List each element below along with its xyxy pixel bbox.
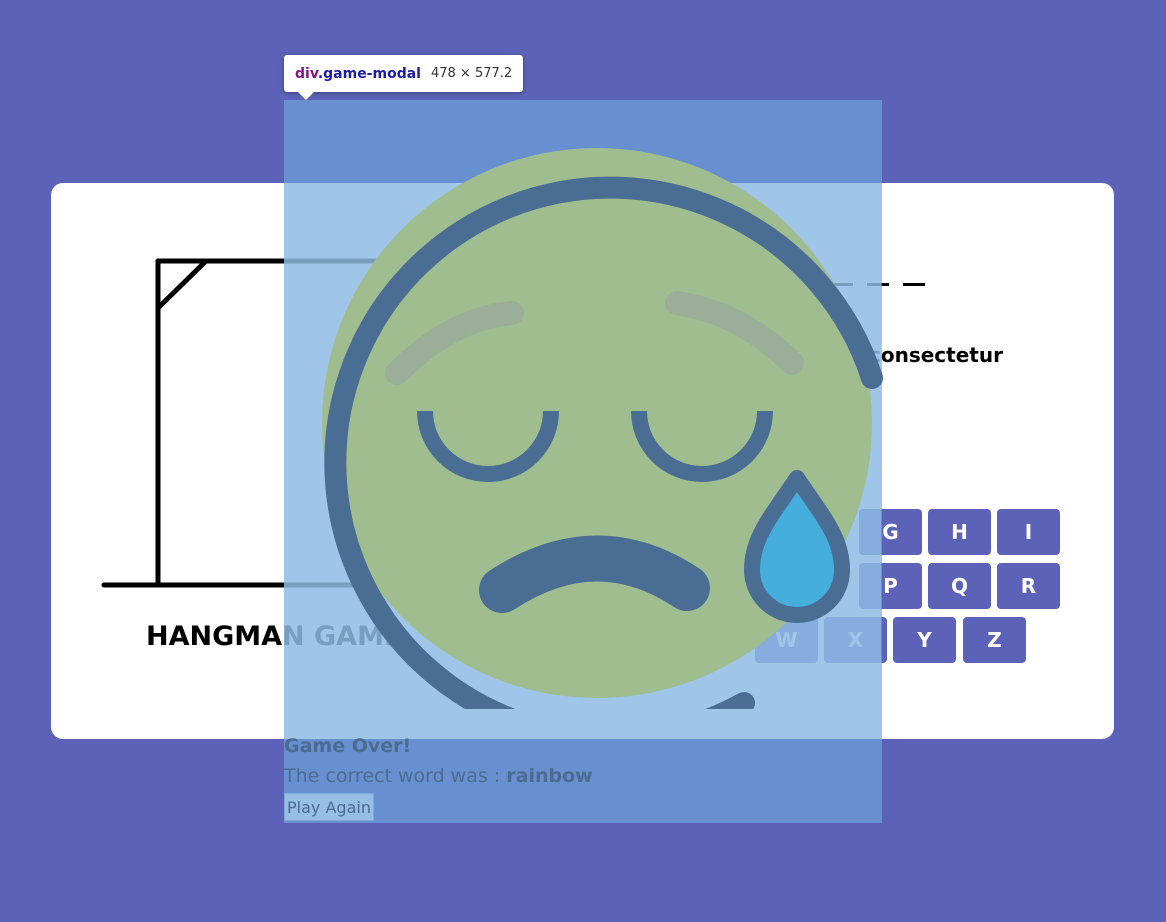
devtools-tag: div: [295, 65, 318, 82]
correct-word: rainbow: [506, 765, 593, 787]
correct-word-prefix: The correct word was :: [284, 765, 507, 787]
play-again-button[interactable]: Play Again: [284, 793, 374, 821]
devtools-class: .game-modal: [317, 65, 421, 82]
devtools-selector: div.game-modal: [295, 66, 421, 82]
key-i[interactable]: I: [997, 509, 1060, 555]
key-q[interactable]: Q: [928, 563, 991, 609]
correct-word-line: The correct word was : rainbow: [284, 765, 593, 787]
key-h[interactable]: H: [928, 509, 991, 555]
letter-slot: [903, 283, 925, 286]
key-y[interactable]: Y: [893, 617, 956, 663]
devtools-dimensions: 478 × 577.2: [430, 66, 513, 81]
sad-face-with-sweat-icon: [322, 148, 883, 709]
game-over-heading: Game Over!: [284, 735, 412, 757]
key-r[interactable]: R: [997, 563, 1060, 609]
devtools-tooltip: div.game-modal 478 × 577.2: [284, 55, 524, 92]
devtools-tooltip-arrow: [298, 92, 314, 100]
key-z[interactable]: Z: [963, 617, 1026, 663]
hint-text: consectetur: [869, 343, 1003, 367]
